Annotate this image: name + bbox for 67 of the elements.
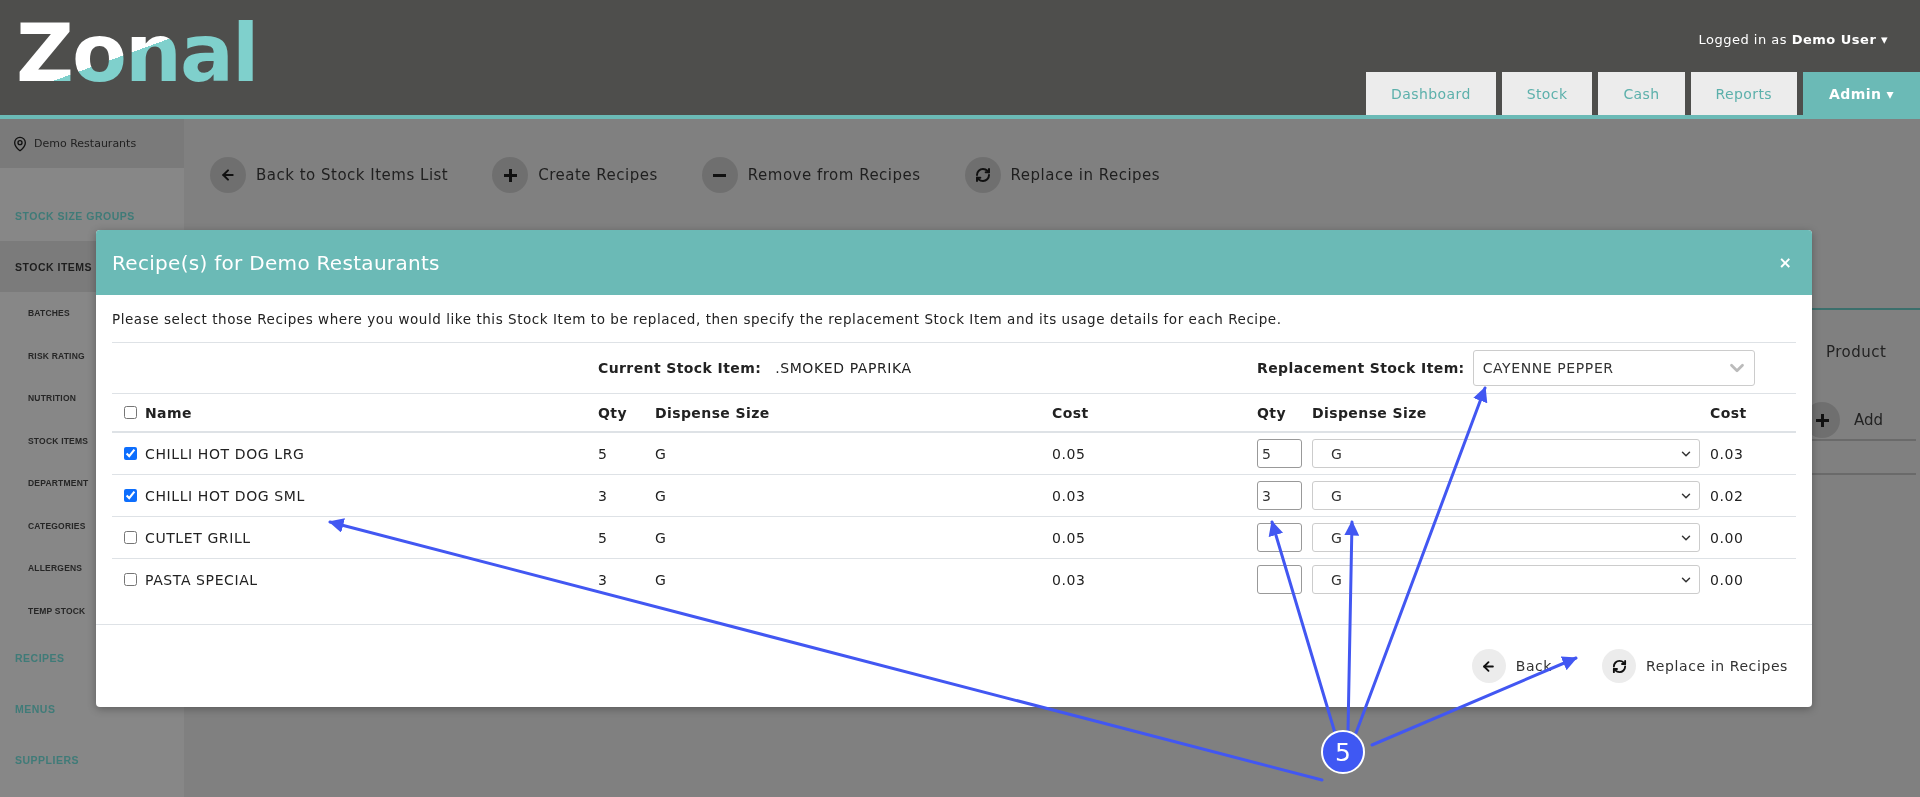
column-header: Qty bbox=[598, 405, 628, 420]
user-menu[interactable]: Logged in as Demo User ▾ bbox=[1698, 32, 1888, 47]
dispense-size-select[interactable]: G bbox=[1312, 523, 1700, 552]
footer-button[interactable]: Replace in Recipes bbox=[1602, 649, 1788, 683]
table-cell-text: G bbox=[655, 446, 668, 461]
row-checkbox[interactable] bbox=[124, 489, 137, 502]
nav-tab[interactable]: Admin ▾ bbox=[1803, 72, 1920, 115]
table-cell-text: 0.05 bbox=[1052, 446, 1087, 461]
replacement-select[interactable]: CAYENNE PEPPER bbox=[1472, 350, 1755, 386]
table-cell-text: 3 bbox=[598, 572, 609, 587]
qty-input[interactable] bbox=[1257, 523, 1302, 552]
table-cell-text: 5 bbox=[598, 530, 609, 545]
minus-icon bbox=[713, 173, 727, 177]
step-badge: 5 bbox=[1321, 730, 1365, 774]
table-cell-text: G bbox=[655, 530, 668, 545]
dispense-size-select[interactable]: G bbox=[1312, 481, 1700, 510]
nav-tab[interactable]: Reports bbox=[1690, 72, 1798, 115]
refresh-icon bbox=[1611, 658, 1627, 674]
table-cell-text: G bbox=[655, 572, 668, 587]
table-cell-text: 3 bbox=[598, 488, 609, 503]
tab-label[interactable]: Product bbox=[1826, 343, 1887, 361]
select-all-checkbox[interactable] bbox=[124, 406, 137, 419]
table-cell-text: 0.02 bbox=[1710, 488, 1745, 503]
table-cell-text: CHILLI HOT DOG SML bbox=[145, 488, 306, 503]
toolbar-button[interactable]: Create Recipes bbox=[492, 157, 658, 193]
table-cell-text: CUTLET GRILL bbox=[145, 530, 252, 545]
table-cell-text: 0.00 bbox=[1710, 530, 1745, 545]
table-cell-text: 0.03 bbox=[1052, 488, 1087, 503]
table-cell-text: CHILLI HOT DOG LRG bbox=[145, 446, 306, 461]
table-cell-text: PASTA SPECIAL bbox=[145, 572, 259, 587]
current-item-label: Current Stock Item: bbox=[598, 361, 762, 375]
table-cell-text: 5 bbox=[598, 446, 609, 461]
table-cell-text: 0.03 bbox=[1052, 572, 1087, 587]
column-header: Cost bbox=[1052, 405, 1090, 420]
toolbar-button[interactable]: Back to Stock Items List bbox=[210, 157, 449, 193]
toolbar-button[interactable]: Remove from Recipes bbox=[701, 157, 921, 193]
nav-tab[interactable]: Dashboard bbox=[1366, 72, 1496, 115]
dispense-size-select[interactable]: G bbox=[1312, 565, 1700, 594]
qty-input[interactable]: 3 bbox=[1257, 481, 1302, 510]
row-checkbox[interactable] bbox=[124, 573, 137, 586]
dispense-size-select[interactable]: G bbox=[1312, 439, 1700, 468]
table-cell-text: 0.00 bbox=[1710, 572, 1745, 587]
nav-tab[interactable]: Stock bbox=[1501, 72, 1593, 115]
table-cell-text: 0.05 bbox=[1052, 530, 1087, 545]
column-header: Dispense Size bbox=[655, 405, 771, 420]
location-selector[interactable]: Demo Restaurants bbox=[0, 119, 184, 168]
current-item-value: .SMOKED PAPRIKA bbox=[775, 361, 912, 375]
table-cell-text: G bbox=[655, 488, 668, 503]
column-header: Name bbox=[145, 405, 193, 420]
qty-input[interactable] bbox=[1257, 565, 1302, 594]
location-pin-icon bbox=[12, 135, 28, 152]
plus-icon bbox=[503, 168, 517, 182]
table-cell-text: 0.03 bbox=[1710, 446, 1745, 461]
column-header: Cost bbox=[1710, 405, 1748, 420]
toolbar-button[interactable]: Replace in Recipes bbox=[964, 157, 1161, 193]
plus-icon bbox=[1815, 413, 1829, 427]
replacement-item-label: Replacement Stock Item: bbox=[1257, 361, 1465, 375]
close-button[interactable]: × bbox=[1778, 253, 1792, 272]
column-header: Dispense Size bbox=[1312, 405, 1428, 420]
qty-input[interactable]: 5 bbox=[1257, 439, 1302, 468]
column-header: Qty bbox=[1257, 405, 1287, 420]
instructions-text: Please select those Recipes where you would like this Stock Item to be replaced, then specify the replacement Stock Item and its usage details for each Recipe. bbox=[112, 295, 1796, 343]
refresh-icon bbox=[974, 167, 991, 183]
footer-button[interactable]: Back bbox=[1471, 649, 1553, 683]
row-checkbox[interactable] bbox=[124, 531, 137, 544]
nav-tab[interactable]: Cash bbox=[1598, 72, 1685, 115]
row-checkbox[interactable] bbox=[124, 447, 137, 460]
